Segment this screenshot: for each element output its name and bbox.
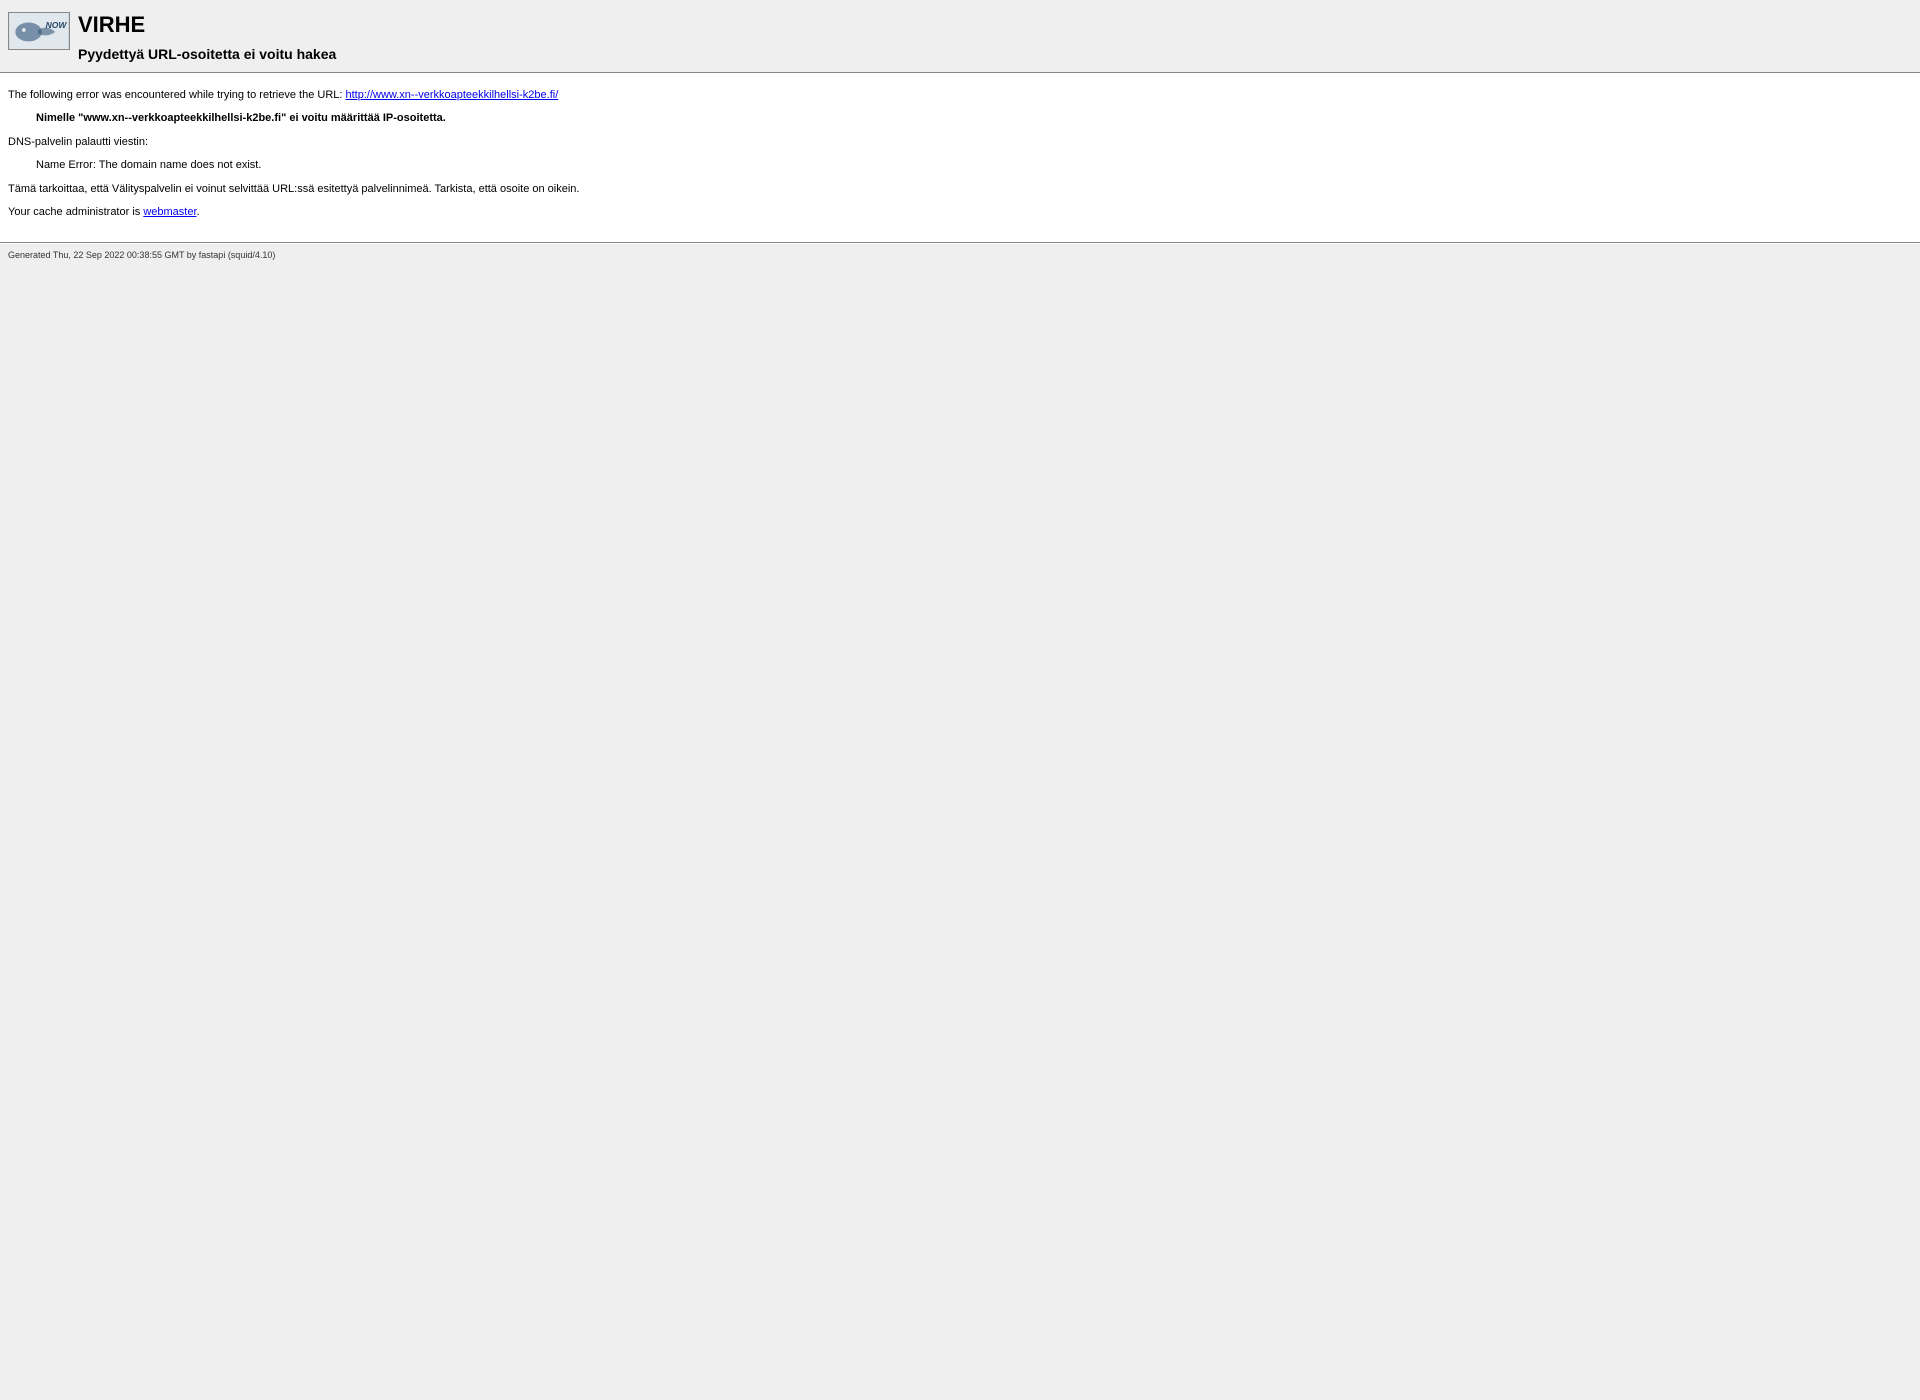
webmaster-link[interactable]: webmaster <box>143 206 196 218</box>
intro-paragraph: The following error was encountered whil… <box>8 88 1912 103</box>
intro-text: The following error was encountered whil… <box>8 89 346 101</box>
admin-paragraph: Your cache administrator is webmaster. <box>8 205 1912 220</box>
header-text-block: VIRHE Pyydettyä URL-osoitetta ei voitu h… <box>78 12 336 62</box>
explanation-text: Tämä tarkoittaa, että Välityspalvelin ei… <box>8 182 1912 197</box>
admin-suffix: . <box>197 206 200 218</box>
admin-prefix: Your cache administrator is <box>8 206 143 218</box>
page-subtitle: Pyydettyä URL-osoitetta ei voitu hakea <box>78 46 336 62</box>
dns-error-text: Name Error: The domain name does not exi… <box>36 158 1912 173</box>
dns-label: DNS-palvelin palautti viestin: <box>8 135 1912 150</box>
error-message-bold: Nimelle "www.xn--verkkoapteekkilhellsi-k… <box>36 111 1912 126</box>
footer-generated: Generated Thu, 22 Sep 2022 00:38:55 GMT … <box>0 244 1920 266</box>
squid-logo-icon: NOW <box>8 12 70 50</box>
error-content: The following error was encountered whil… <box>0 74 1920 242</box>
svg-text:NOW: NOW <box>46 20 68 30</box>
page-title: VIRHE <box>78 12 336 38</box>
error-header: NOW VIRHE Pyydettyä URL-osoitetta ei voi… <box>0 0 1920 72</box>
requested-url-link[interactable]: http://www.xn--verkkoapteekkilhellsi-k2b… <box>346 89 559 101</box>
